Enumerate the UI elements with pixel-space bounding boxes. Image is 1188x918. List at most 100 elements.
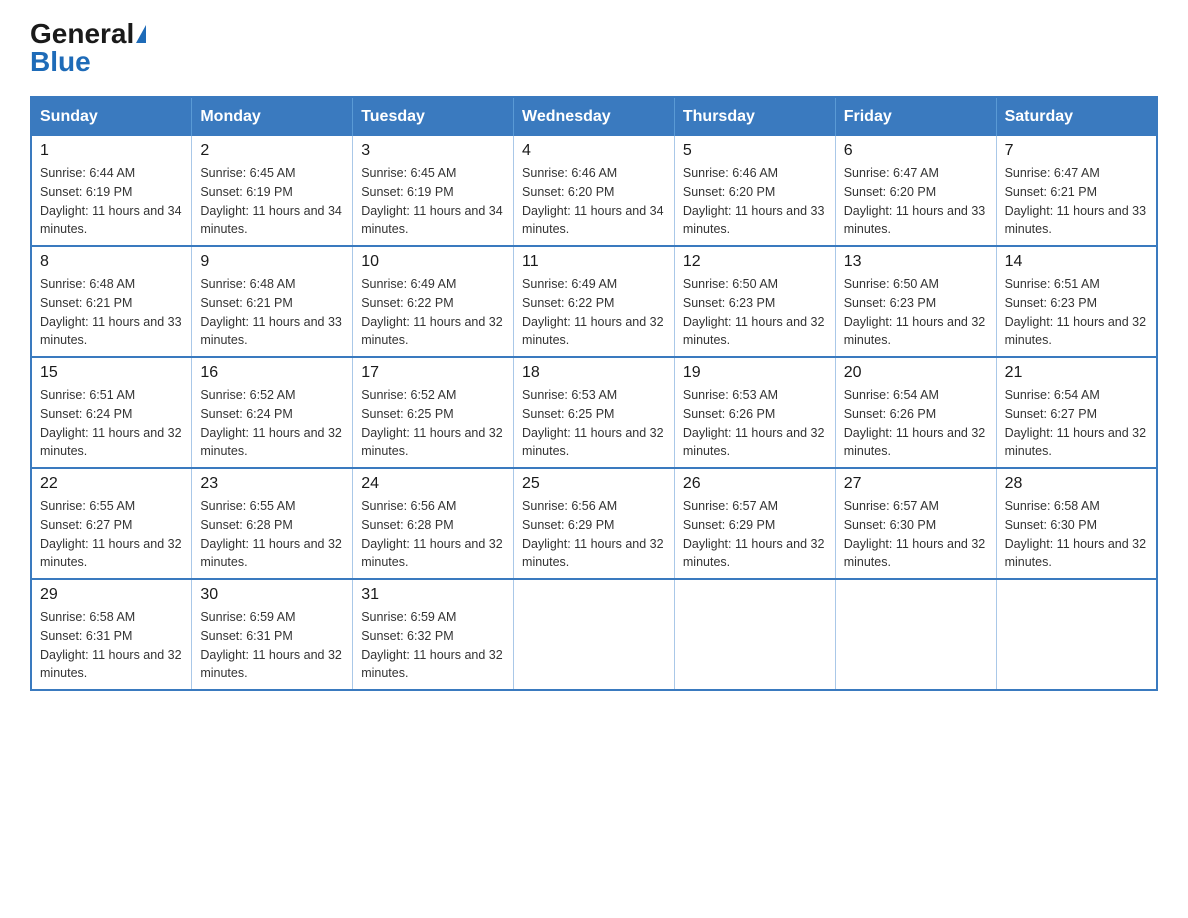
col-header-monday: Monday — [192, 97, 353, 136]
day-info: Sunrise: 6:55 AMSunset: 6:28 PMDaylight:… — [200, 497, 344, 572]
day-number: 4 — [522, 142, 666, 160]
calendar-cell: 21 Sunrise: 6:54 AMSunset: 6:27 PMDaylig… — [996, 357, 1157, 468]
day-number: 31 — [361, 586, 505, 604]
day-info: Sunrise: 6:56 AMSunset: 6:29 PMDaylight:… — [522, 497, 666, 572]
day-info: Sunrise: 6:49 AMSunset: 6:22 PMDaylight:… — [361, 275, 505, 350]
calendar-cell: 30 Sunrise: 6:59 AMSunset: 6:31 PMDaylig… — [192, 579, 353, 690]
day-info: Sunrise: 6:52 AMSunset: 6:24 PMDaylight:… — [200, 386, 344, 461]
calendar-cell: 17 Sunrise: 6:52 AMSunset: 6:25 PMDaylig… — [353, 357, 514, 468]
logo-blue: Blue — [30, 48, 91, 76]
day-number: 13 — [844, 253, 988, 271]
day-info: Sunrise: 6:48 AMSunset: 6:21 PMDaylight:… — [40, 275, 183, 350]
day-info: Sunrise: 6:57 AMSunset: 6:30 PMDaylight:… — [844, 497, 988, 572]
day-number: 21 — [1005, 364, 1148, 382]
day-info: Sunrise: 6:48 AMSunset: 6:21 PMDaylight:… — [200, 275, 344, 350]
day-info: Sunrise: 6:54 AMSunset: 6:26 PMDaylight:… — [844, 386, 988, 461]
day-info: Sunrise: 6:51 AMSunset: 6:24 PMDaylight:… — [40, 386, 183, 461]
calendar-cell: 27 Sunrise: 6:57 AMSunset: 6:30 PMDaylig… — [835, 468, 996, 579]
calendar-cell: 7 Sunrise: 6:47 AMSunset: 6:21 PMDayligh… — [996, 136, 1157, 246]
day-number: 27 — [844, 475, 988, 493]
day-number: 19 — [683, 364, 827, 382]
day-info: Sunrise: 6:57 AMSunset: 6:29 PMDaylight:… — [683, 497, 827, 572]
col-header-wednesday: Wednesday — [514, 97, 675, 136]
calendar-week-row: 15 Sunrise: 6:51 AMSunset: 6:24 PMDaylig… — [31, 357, 1157, 468]
calendar-week-row: 1 Sunrise: 6:44 AMSunset: 6:19 PMDayligh… — [31, 136, 1157, 246]
day-info: Sunrise: 6:49 AMSunset: 6:22 PMDaylight:… — [522, 275, 666, 350]
calendar-cell: 28 Sunrise: 6:58 AMSunset: 6:30 PMDaylig… — [996, 468, 1157, 579]
day-number: 12 — [683, 253, 827, 271]
calendar-week-row: 8 Sunrise: 6:48 AMSunset: 6:21 PMDayligh… — [31, 246, 1157, 357]
day-number: 17 — [361, 364, 505, 382]
day-number: 3 — [361, 142, 505, 160]
calendar-cell — [996, 579, 1157, 690]
day-info: Sunrise: 6:46 AMSunset: 6:20 PMDaylight:… — [522, 164, 666, 239]
calendar-cell: 20 Sunrise: 6:54 AMSunset: 6:26 PMDaylig… — [835, 357, 996, 468]
col-header-thursday: Thursday — [674, 97, 835, 136]
col-header-sunday: Sunday — [31, 97, 192, 136]
day-number: 25 — [522, 475, 666, 493]
calendar-cell: 29 Sunrise: 6:58 AMSunset: 6:31 PMDaylig… — [31, 579, 192, 690]
calendar-cell: 24 Sunrise: 6:56 AMSunset: 6:28 PMDaylig… — [353, 468, 514, 579]
day-info: Sunrise: 6:58 AMSunset: 6:30 PMDaylight:… — [1005, 497, 1148, 572]
page-header: General Blue — [30, 20, 1158, 76]
calendar-cell: 23 Sunrise: 6:55 AMSunset: 6:28 PMDaylig… — [192, 468, 353, 579]
day-number: 20 — [844, 364, 988, 382]
calendar-cell: 31 Sunrise: 6:59 AMSunset: 6:32 PMDaylig… — [353, 579, 514, 690]
calendar-cell: 8 Sunrise: 6:48 AMSunset: 6:21 PMDayligh… — [31, 246, 192, 357]
day-number: 5 — [683, 142, 827, 160]
day-number: 24 — [361, 475, 505, 493]
calendar-cell: 2 Sunrise: 6:45 AMSunset: 6:19 PMDayligh… — [192, 136, 353, 246]
day-info: Sunrise: 6:50 AMSunset: 6:23 PMDaylight:… — [844, 275, 988, 350]
calendar-cell: 14 Sunrise: 6:51 AMSunset: 6:23 PMDaylig… — [996, 246, 1157, 357]
day-number: 23 — [200, 475, 344, 493]
day-number: 11 — [522, 253, 666, 271]
calendar-cell: 5 Sunrise: 6:46 AMSunset: 6:20 PMDayligh… — [674, 136, 835, 246]
day-number: 10 — [361, 253, 505, 271]
day-info: Sunrise: 6:58 AMSunset: 6:31 PMDaylight:… — [40, 608, 183, 683]
day-info: Sunrise: 6:52 AMSunset: 6:25 PMDaylight:… — [361, 386, 505, 461]
day-number: 18 — [522, 364, 666, 382]
calendar-table: SundayMondayTuesdayWednesdayThursdayFrid… — [30, 96, 1158, 691]
calendar-cell: 19 Sunrise: 6:53 AMSunset: 6:26 PMDaylig… — [674, 357, 835, 468]
col-header-tuesday: Tuesday — [353, 97, 514, 136]
day-info: Sunrise: 6:53 AMSunset: 6:26 PMDaylight:… — [683, 386, 827, 461]
logo-general: General — [30, 20, 134, 48]
day-number: 9 — [200, 253, 344, 271]
day-info: Sunrise: 6:46 AMSunset: 6:20 PMDaylight:… — [683, 164, 827, 239]
day-number: 7 — [1005, 142, 1148, 160]
calendar-cell — [514, 579, 675, 690]
day-number: 14 — [1005, 253, 1148, 271]
day-number: 1 — [40, 142, 183, 160]
day-info: Sunrise: 6:50 AMSunset: 6:23 PMDaylight:… — [683, 275, 827, 350]
calendar-cell: 13 Sunrise: 6:50 AMSunset: 6:23 PMDaylig… — [835, 246, 996, 357]
calendar-cell — [835, 579, 996, 690]
calendar-cell: 22 Sunrise: 6:55 AMSunset: 6:27 PMDaylig… — [31, 468, 192, 579]
calendar-week-row: 29 Sunrise: 6:58 AMSunset: 6:31 PMDaylig… — [31, 579, 1157, 690]
calendar-cell: 11 Sunrise: 6:49 AMSunset: 6:22 PMDaylig… — [514, 246, 675, 357]
day-number: 26 — [683, 475, 827, 493]
day-number: 8 — [40, 253, 183, 271]
day-info: Sunrise: 6:54 AMSunset: 6:27 PMDaylight:… — [1005, 386, 1148, 461]
day-info: Sunrise: 6:59 AMSunset: 6:32 PMDaylight:… — [361, 608, 505, 683]
calendar-cell: 9 Sunrise: 6:48 AMSunset: 6:21 PMDayligh… — [192, 246, 353, 357]
calendar-cell: 1 Sunrise: 6:44 AMSunset: 6:19 PMDayligh… — [31, 136, 192, 246]
day-number: 15 — [40, 364, 183, 382]
calendar-cell: 3 Sunrise: 6:45 AMSunset: 6:19 PMDayligh… — [353, 136, 514, 246]
day-number: 28 — [1005, 475, 1148, 493]
calendar-cell: 18 Sunrise: 6:53 AMSunset: 6:25 PMDaylig… — [514, 357, 675, 468]
calendar-header-row: SundayMondayTuesdayWednesdayThursdayFrid… — [31, 97, 1157, 136]
calendar-cell: 6 Sunrise: 6:47 AMSunset: 6:20 PMDayligh… — [835, 136, 996, 246]
calendar-cell: 4 Sunrise: 6:46 AMSunset: 6:20 PMDayligh… — [514, 136, 675, 246]
day-info: Sunrise: 6:45 AMSunset: 6:19 PMDaylight:… — [200, 164, 344, 239]
logo-triangle-icon — [136, 25, 146, 43]
day-number: 6 — [844, 142, 988, 160]
day-info: Sunrise: 6:47 AMSunset: 6:21 PMDaylight:… — [1005, 164, 1148, 239]
calendar-cell: 15 Sunrise: 6:51 AMSunset: 6:24 PMDaylig… — [31, 357, 192, 468]
calendar-cell: 12 Sunrise: 6:50 AMSunset: 6:23 PMDaylig… — [674, 246, 835, 357]
calendar-cell: 25 Sunrise: 6:56 AMSunset: 6:29 PMDaylig… — [514, 468, 675, 579]
calendar-week-row: 22 Sunrise: 6:55 AMSunset: 6:27 PMDaylig… — [31, 468, 1157, 579]
calendar-cell: 10 Sunrise: 6:49 AMSunset: 6:22 PMDaylig… — [353, 246, 514, 357]
day-info: Sunrise: 6:44 AMSunset: 6:19 PMDaylight:… — [40, 164, 183, 239]
day-info: Sunrise: 6:51 AMSunset: 6:23 PMDaylight:… — [1005, 275, 1148, 350]
day-info: Sunrise: 6:55 AMSunset: 6:27 PMDaylight:… — [40, 497, 183, 572]
